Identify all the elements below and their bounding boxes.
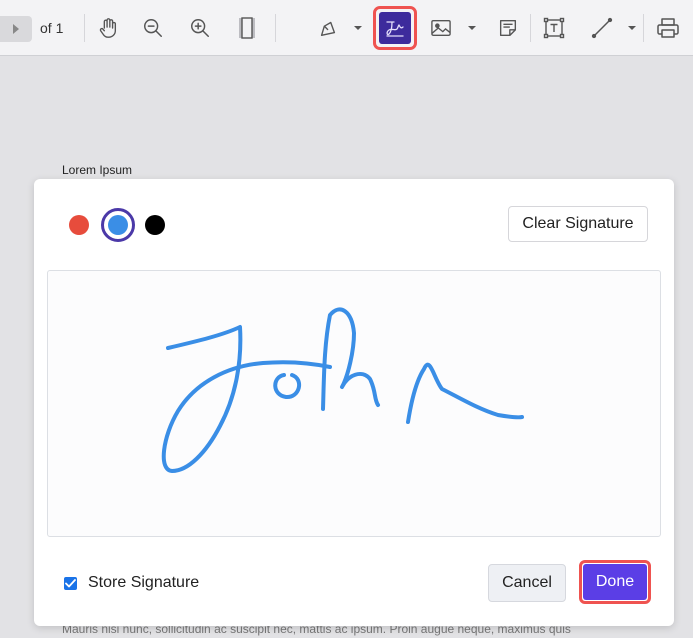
zoom-in-icon [191,19,209,37]
signature-button[interactable] [373,6,417,50]
highlight-pen-icon [320,21,336,37]
highlight-button[interactable] [312,12,344,44]
check-icon [65,578,76,587]
zoom-out-icon [144,19,162,37]
toolbar-separator [643,14,644,42]
toolbar-separator [275,14,276,42]
done-button[interactable]: Done [583,564,647,600]
fit-page-button[interactable] [231,12,263,44]
image-icon [431,20,451,36]
print-button[interactable] [652,12,684,44]
triangle-right-icon [13,24,19,34]
store-signature-row[interactable]: Store Signature [64,572,199,594]
color-swatch-red[interactable] [69,215,89,235]
caret-down-icon [468,26,476,30]
next-page-button[interactable] [0,16,32,42]
note-button[interactable] [492,12,524,44]
zoom-in-button[interactable] [184,12,216,44]
toolbar-separator [530,14,531,42]
clear-signature-button[interactable]: Clear Signature [508,206,648,242]
page-count-label: of 1 [40,20,64,36]
line-button[interactable] [586,12,618,44]
color-swatch-blue[interactable] [101,208,135,242]
color-swatch-black[interactable] [145,215,165,235]
highlight-dropdown[interactable] [350,12,366,44]
zoom-out-button[interactable] [137,12,169,44]
cancel-button[interactable]: Cancel [488,564,566,602]
store-signature-checkbox[interactable] [64,576,77,590]
caret-down-icon [354,26,362,30]
fit-page-icon [239,17,255,39]
toolbar: of 1 [0,0,693,56]
signature-stroke [161,307,524,473]
document-heading: Lorem Ipsum [62,163,133,177]
line-icon [591,17,613,39]
print-icon [657,18,679,38]
note-icon [499,19,517,37]
caret-down-icon [628,26,636,30]
toolbar-separator [84,14,85,42]
store-signature-label: Store Signature [88,574,200,591]
signature-button-inner [379,12,411,44]
signature-modal: Clear Signature Store Signature Cancel D… [34,179,674,626]
text-box-icon [543,17,565,39]
line-dropdown[interactable] [624,12,640,44]
text-box-button[interactable] [538,12,570,44]
signature-icon [386,21,404,37]
pan-button[interactable] [92,12,124,44]
signature-canvas[interactable] [47,270,661,537]
image-dropdown[interactable] [464,12,480,44]
image-button[interactable] [425,12,457,44]
hand-icon [99,18,117,38]
color-swatch-blue-dot [108,215,128,235]
